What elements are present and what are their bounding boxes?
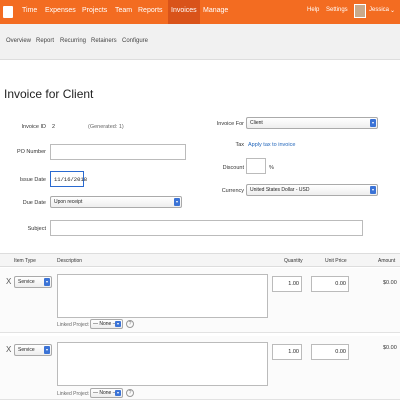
currency-select[interactable]: United States Dollar - USD ▾: [246, 184, 378, 196]
apply-tax-link[interactable]: Apply tax to invoice: [248, 142, 295, 148]
issue-date-input[interactable]: 11/16/2018: [50, 171, 87, 187]
currency-label: Currency: [221, 188, 244, 194]
top-navigation-bar: Time Expenses Projects Team Reports Invo…: [0, 0, 400, 24]
nav-expenses[interactable]: Expenses: [45, 7, 76, 14]
invoice-id-hint: (Generated: 1): [88, 124, 124, 130]
invoice-for-value: Client: [250, 120, 263, 126]
subnav-recurring[interactable]: Recurring: [60, 38, 86, 44]
subnav-report[interactable]: Report: [36, 38, 54, 44]
discount-input[interactable]: [246, 158, 266, 174]
item-type-value: Service: [18, 279, 35, 285]
col-amount: Amount: [378, 258, 396, 264]
unit-price-input[interactable]: 0.00: [311, 276, 349, 292]
currency-value: United States Dollar - USD: [250, 187, 310, 193]
app-logo-icon[interactable]: [3, 6, 13, 18]
chevron-down-icon: ▾: [44, 346, 50, 354]
col-quantity: Quantity: [284, 258, 303, 264]
nav-time[interactable]: Time: [22, 7, 37, 14]
user-avatar[interactable]: [354, 4, 366, 18]
line-amount: $0.00: [383, 280, 397, 286]
nav-team[interactable]: Team: [115, 7, 132, 14]
sub-navigation-bar: Overview Report Recurring Retainers Conf…: [0, 24, 400, 60]
chevron-down-icon: ▾: [370, 119, 376, 127]
chevron-down-icon: ▾: [370, 186, 376, 194]
invoice-for-label: Invoice For: [216, 121, 244, 127]
subject-input[interactable]: [50, 220, 363, 236]
help-icon[interactable]: ?: [126, 389, 134, 397]
line-amount: $0.00: [383, 345, 397, 351]
item-type-select[interactable]: Service ▾: [14, 276, 52, 288]
description-textarea[interactable]: [57, 342, 268, 386]
linked-project-select[interactable]: — None — ▾: [90, 319, 123, 329]
discount-percent: %: [269, 165, 274, 171]
subnav-retainers[interactable]: Retainers: [91, 38, 117, 44]
col-unit-price: Unit Price: [325, 258, 347, 264]
linked-project-label: Linked Project: [57, 322, 89, 328]
unit-price-input[interactable]: 0.00: [311, 344, 349, 360]
linked-project-label: Linked Project: [57, 391, 89, 397]
col-description: Description: [57, 258, 83, 264]
page-title: Invoice for Client: [4, 87, 94, 101]
remove-line-button[interactable]: X: [6, 277, 11, 286]
nav-projects[interactable]: Projects: [82, 7, 107, 14]
chevron-down-icon: ▾: [174, 198, 180, 206]
description-textarea[interactable]: [57, 274, 268, 318]
linked-project-select[interactable]: — None — ▾: [90, 388, 123, 398]
item-type-value: Service: [18, 347, 35, 353]
subnav-configure[interactable]: Configure: [122, 38, 148, 44]
due-date-select[interactable]: Upon receipt ▾: [50, 196, 182, 208]
table-row: X Service ▾ 1.00 0.00 $0.00 Linked Proje…: [0, 268, 400, 333]
due-date-label: Due Date: [22, 200, 46, 206]
subnav-overview[interactable]: Overview: [6, 38, 31, 44]
line-items-header: Item Type Description Quantity Unit Pric…: [0, 253, 400, 267]
chevron-down-icon: ▾: [44, 278, 50, 286]
due-date-value: Upon receipt: [54, 199, 83, 205]
issue-date-label: Issue Date: [19, 177, 46, 183]
help-link[interactable]: Help: [307, 7, 319, 13]
tax-label: Tax: [235, 142, 244, 148]
nav-invoices[interactable]: Invoices: [168, 0, 200, 24]
user-menu[interactable]: Jessica: [369, 7, 389, 13]
nav-reports[interactable]: Reports: [138, 7, 163, 14]
chevron-down-icon[interactable]: ⌄: [390, 7, 395, 14]
po-number-input[interactable]: [50, 144, 186, 160]
invoice-id-value: 2: [52, 124, 56, 130]
po-number-label: PO Number: [16, 149, 46, 155]
col-item-type: Item Type: [14, 258, 36, 264]
discount-label: Discount: [222, 165, 244, 171]
nav-manage[interactable]: Manage: [203, 7, 228, 14]
table-row: X Service ▾ 1.00 0.00 $0.00 Linked Proje…: [0, 336, 400, 400]
settings-link[interactable]: Settings: [326, 7, 348, 13]
help-icon[interactable]: ?: [126, 320, 134, 328]
chevron-down-icon: ▾: [115, 390, 121, 396]
chevron-down-icon: ▾: [115, 321, 121, 327]
quantity-input[interactable]: 1.00: [272, 276, 302, 292]
item-type-select[interactable]: Service ▾: [14, 344, 52, 356]
invoice-for-select[interactable]: Client ▾: [246, 117, 378, 129]
invoice-id-label: Invoice ID: [21, 124, 46, 130]
remove-line-button[interactable]: X: [6, 345, 11, 354]
subject-label: Subject: [27, 226, 46, 232]
quantity-input[interactable]: 1.00: [272, 344, 302, 360]
